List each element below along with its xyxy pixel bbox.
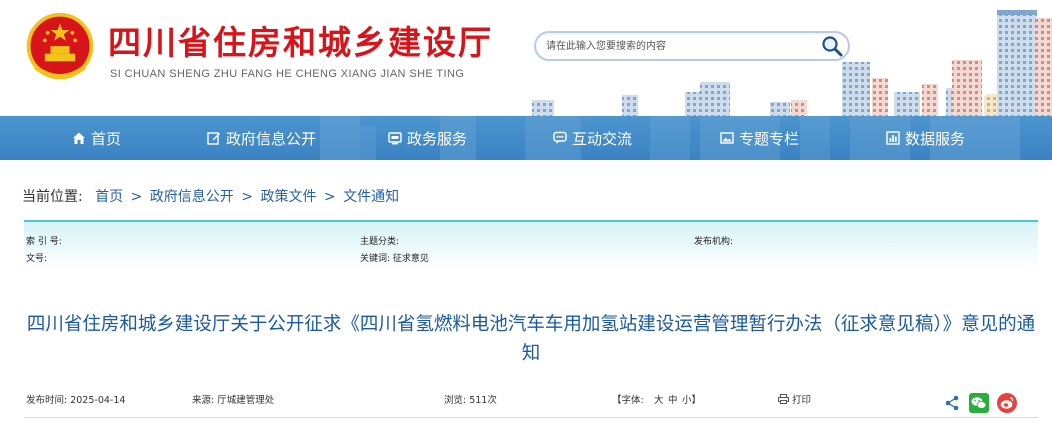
site-title: 四川省住房和城乡建设厅 [108,23,493,62]
meta-keywords: 关键词: 征求意见 [360,254,429,264]
article-source: 来源: 厅城建管理处 [192,395,275,406]
breadcrumb-separator: > [241,189,253,205]
nav-item-topics[interactable]: 专题专栏 [720,116,799,160]
edit-icon [207,132,220,145]
breadcrumb-link-notices[interactable]: 文件通知 [343,189,399,205]
breadcrumb-link-home[interactable]: 首页 [95,189,123,205]
site-header: 四川省住房和城乡建设厅 SI CHUAN SHENG ZHU FANG HE C… [0,0,1052,116]
picture-icon [720,132,734,144]
nav-item-data-service[interactable]: 数据服务 [886,116,965,160]
font-size-label: 【字体: [612,395,644,406]
breadcrumb-separator: > [130,189,143,205]
font-size-small-button[interactable]: 小】 [682,392,701,406]
print-button[interactable]: 打印 [778,392,811,406]
share-icon[interactable] [942,393,962,413]
wechat-icon[interactable] [969,393,989,413]
weibo-icon[interactable] [997,393,1017,413]
publish-time: 发布时间: 2025-04-14 [26,395,126,406]
home-icon [73,132,85,144]
data-icon [886,131,900,145]
article-info-row: 发布时间: 2025-04-14 来源: 厅城建管理处 浏览: 511次 【字体… [26,392,1038,416]
nav-item-home[interactable]: 首页 [72,116,121,160]
meta-index-number: 索 引 号: [26,237,62,247]
font-size-large-button[interactable]: 大 [654,392,664,406]
city-skyline-banner [532,10,1052,116]
meta-publisher: 发布机构: [694,237,734,247]
breadcrumb-separator: > [323,189,336,205]
service-icon [388,132,402,145]
nav-item-label: 互动交流 [572,129,633,148]
main-content: 当前位置: 首页 > 政府信息公开 > 政策文件 > 文件通知 索 引 号: 主… [12,160,1040,436]
nav-item-label: 专题专栏 [739,129,800,148]
breadcrumb-link-gov-info[interactable]: 政府信息公开 [150,189,234,205]
meta-topic-category: 主题分类: [360,237,400,247]
font-size-medium-button[interactable]: 中 [668,392,678,406]
nav-item-label: 首页 [91,129,122,148]
nav-item-label: 数据服务 [905,129,966,148]
main-nav: 首页 政府信息公开 政务服务 互动交流 专题专栏 数据服务 [0,116,1052,160]
national-emblem-logo [26,12,94,80]
article-title: 四川省住房和城乡建设厅关于公开征求《四川省氢燃料电池汽车车用加氢站建设运营管理暂… [26,314,1036,364]
nav-item-label: 政府信息公开 [226,129,317,148]
site-pinyin-subtitle: SI CHUAN SHENG ZHU FANG HE CHENG XIANG J… [110,68,465,80]
breadcrumb-prefix: 当前位置: [22,189,83,205]
breadcrumb-link-policy[interactable]: 政策文件 [260,189,316,205]
document-meta-box: 索 引 号: 主题分类: 发布机构: 文号: 关键词: 征求意见 [24,220,1038,270]
print-label: 打印 [792,395,812,406]
breadcrumb: 当前位置: 首页 > 政府信息公开 > 政策文件 > 文件通知 [22,186,399,206]
printer-icon [778,394,789,404]
view-count: 浏览: 511次 [444,395,497,406]
meta-document-number: 文号: [26,254,48,264]
nav-item-interaction[interactable]: 互动交流 [553,116,632,160]
chat-icon [553,131,567,144]
info-divider [24,417,1038,418]
nav-item-gov-info[interactable]: 政府信息公开 [207,116,316,160]
nav-item-gov-service[interactable]: 政务服务 [388,116,467,160]
nav-item-label: 政务服务 [407,129,468,148]
